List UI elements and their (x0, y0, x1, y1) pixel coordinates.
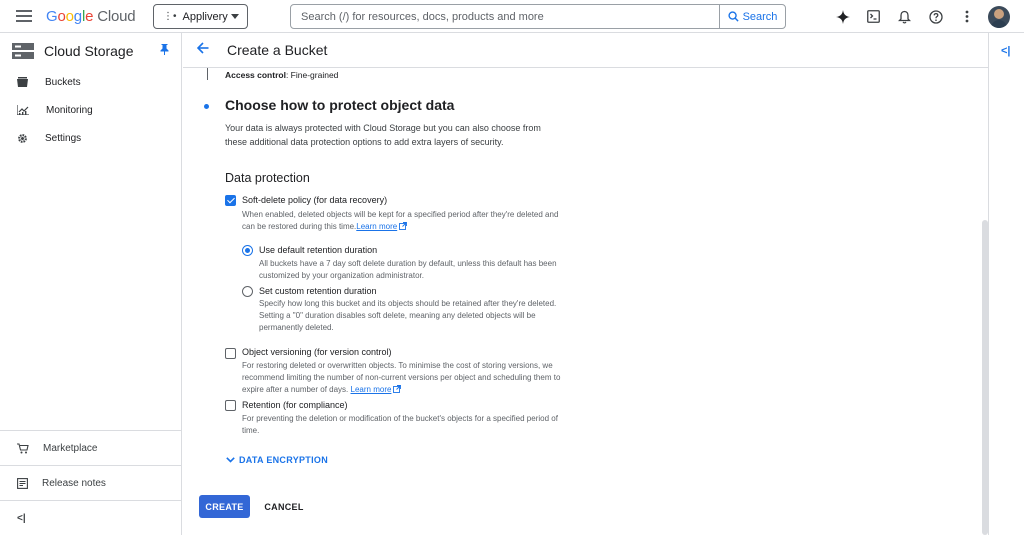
notes-icon (17, 477, 28, 489)
search-icon (727, 11, 739, 22)
page-title: Create a Bucket (227, 42, 328, 58)
collapse-left-icon: <| (17, 512, 26, 524)
soft-delete-checkbox[interactable] (225, 195, 236, 206)
search-button[interactable]: Search (719, 5, 785, 28)
page-header: Create a Bucket (183, 33, 988, 68)
cancel-button[interactable]: CANCEL (261, 495, 307, 518)
sidebar-item-marketplace[interactable]: Marketplace (0, 430, 181, 465)
retention-compliance-label: Retention (for compliance) (242, 400, 348, 410)
left-sidebar: Cloud Storage Buckets Monitoring Setting… (0, 33, 182, 535)
step-indicator (204, 104, 209, 109)
learn-more-link[interactable]: Learn more (356, 222, 397, 231)
retention-compliance-description: For preventing the deletion or modificat… (242, 414, 558, 435)
project-icon: ⋮• (163, 11, 177, 22)
main-menu-icon[interactable] (16, 10, 32, 23)
cart-icon (17, 442, 29, 453)
right-side-panel: <| (988, 33, 1024, 535)
retention-compliance-checkbox[interactable] (225, 400, 236, 411)
soft-delete-description: When enabled, deleted objects will be ke… (242, 210, 559, 231)
notifications-bell-icon[interactable] (889, 5, 920, 29)
default-retention-description: All buckets have a 7 day soft delete dur… (259, 259, 557, 280)
chevron-down-icon (226, 457, 235, 463)
stepper-line (207, 68, 208, 80)
external-link-icon (399, 222, 408, 230)
section-title: Data protection (225, 171, 310, 185)
sidebar-item-buckets[interactable]: Buckets (0, 68, 181, 96)
search-input[interactable] (291, 5, 719, 28)
pin-icon[interactable] (160, 42, 169, 60)
chart-icon (17, 105, 29, 115)
chevron-down-icon (231, 14, 239, 19)
google-cloud-logo[interactable]: Google Cloud (46, 8, 136, 25)
project-picker[interactable]: ⋮• Applivery (153, 4, 248, 29)
top-bar: Google Cloud ⋮• Applivery Search (0, 0, 1024, 33)
main-content: Create a Bucket Access control: Fine-gra… (183, 33, 988, 535)
access-control-summary: Access control: Fine-grained (225, 70, 339, 80)
custom-retention-description: Specify how long this bucket and its obj… (259, 299, 557, 332)
custom-retention-label: Set custom retention duration (259, 286, 377, 296)
sidebar-header: Cloud Storage (0, 33, 181, 68)
sidebar-title: Cloud Storage (44, 42, 134, 59)
object-versioning-checkbox[interactable] (225, 348, 236, 359)
sidebar-item-release-notes[interactable]: Release notes (0, 465, 181, 500)
gemini-spark-icon[interactable] (827, 5, 858, 29)
gear-icon (18, 133, 27, 143)
data-encryption-toggle[interactable]: DATA ENCRYPTION (226, 455, 328, 465)
default-retention-label: Use default retention duration (259, 245, 378, 255)
default-retention-radio[interactable] (242, 245, 253, 256)
external-link-icon (393, 385, 402, 393)
create-button[interactable]: CREATE (199, 495, 250, 518)
sidebar-item-settings[interactable]: Settings (0, 124, 181, 152)
object-versioning-label: Object versioning (for version control) (242, 347, 392, 357)
collapse-sidebar-button[interactable]: <| (0, 500, 181, 535)
sidebar-item-monitoring[interactable]: Monitoring (0, 96, 181, 124)
more-vert-icon[interactable] (951, 5, 982, 29)
collapse-right-panel-icon[interactable]: <| (1001, 45, 1011, 57)
step-title: Choose how to protect object data (225, 97, 455, 113)
soft-delete-label: Soft-delete policy (for data recovery) (242, 195, 388, 205)
learn-more-link[interactable]: Learn more (351, 385, 392, 394)
search-bar: Search (290, 4, 786, 29)
cloud-storage-icon (12, 42, 34, 59)
back-arrow-icon[interactable] (196, 41, 209, 59)
cloud-shell-icon[interactable] (858, 5, 889, 29)
help-icon[interactable] (920, 5, 951, 29)
custom-retention-radio[interactable] (242, 286, 253, 297)
step-description: Your data is always protected with Cloud… (225, 123, 541, 147)
bucket-icon (17, 77, 28, 87)
project-name: Applivery (182, 10, 228, 23)
object-versioning-description: For restoring deleted or overwritten obj… (242, 361, 561, 394)
avatar[interactable] (988, 5, 1010, 28)
